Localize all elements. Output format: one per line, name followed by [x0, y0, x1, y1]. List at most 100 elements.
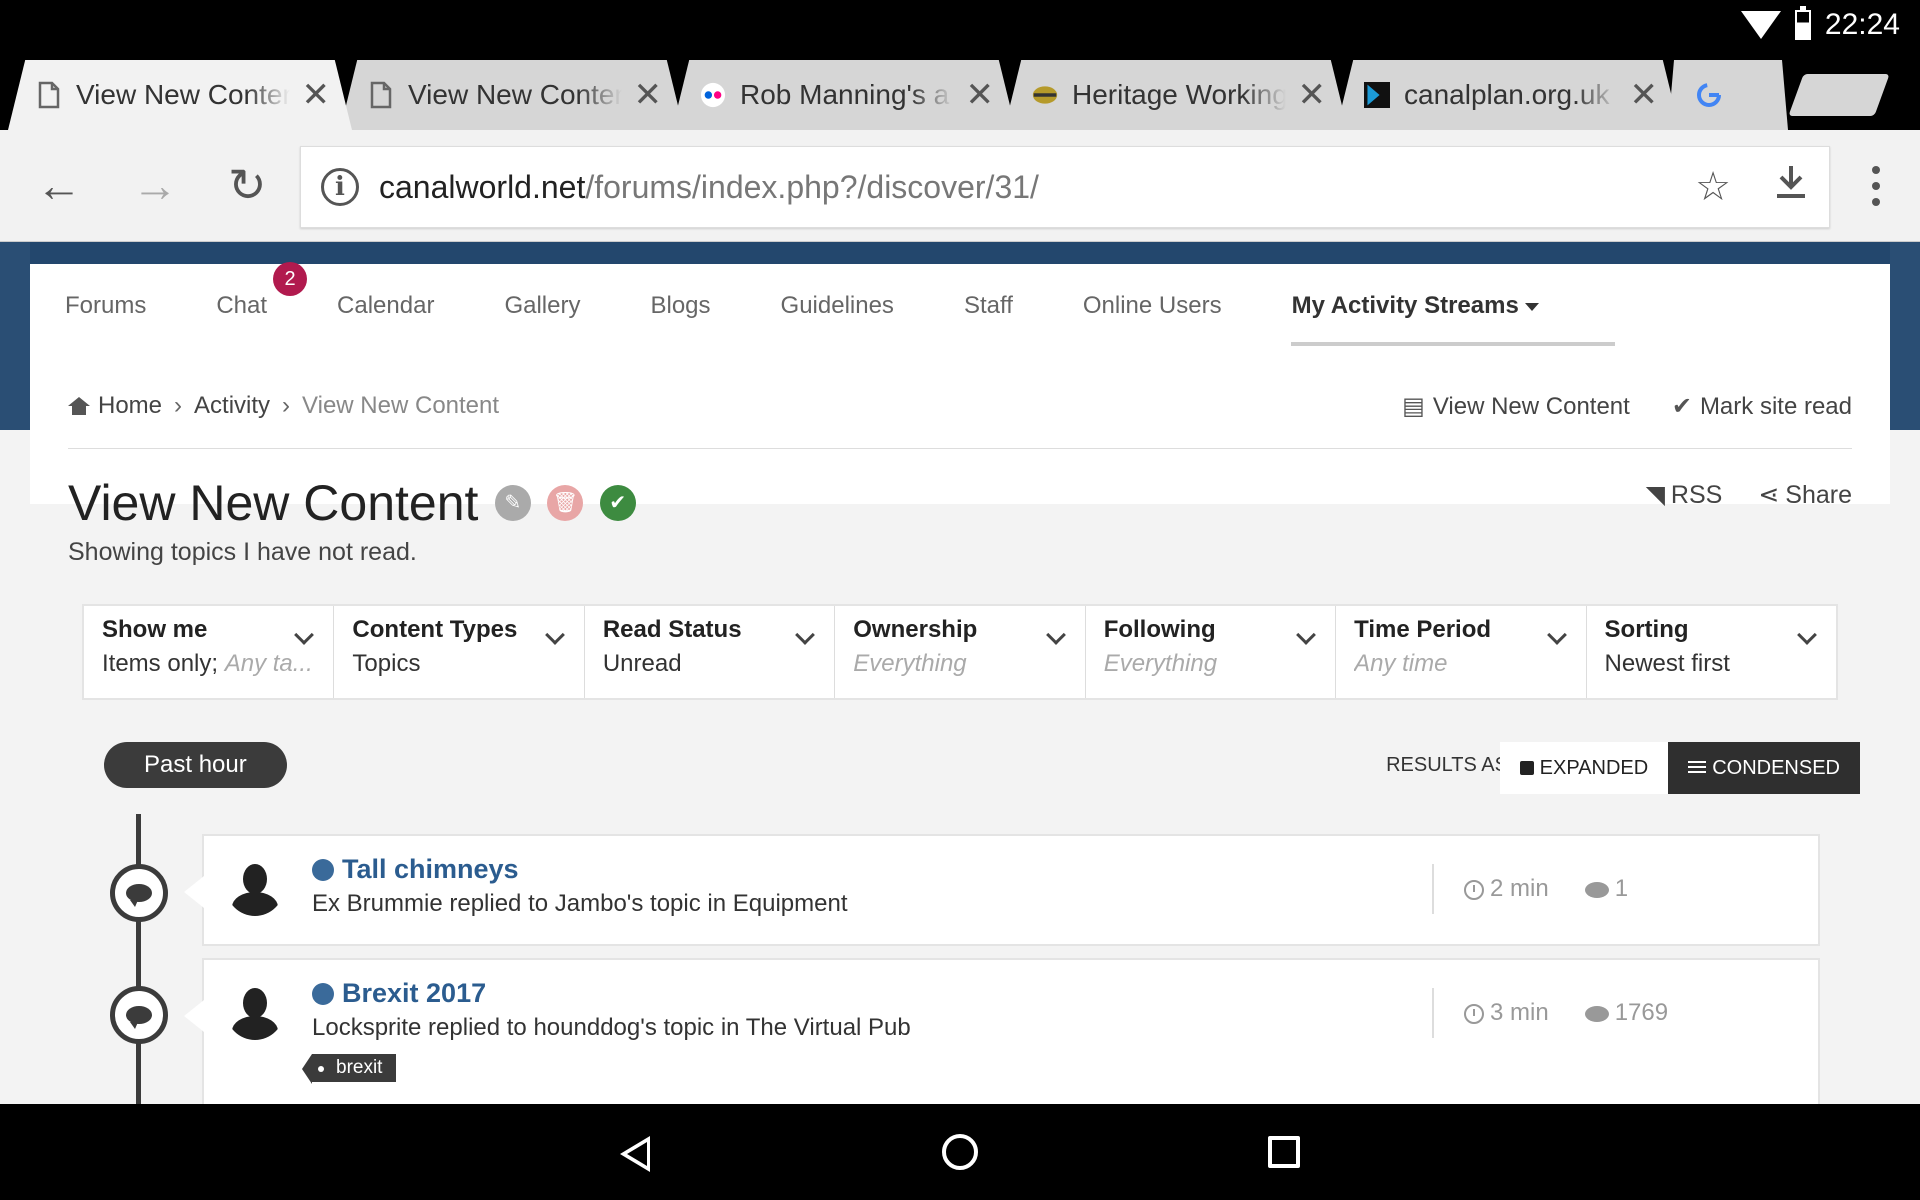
- heritage-icon: [1032, 81, 1058, 109]
- nav-item-gallery[interactable]: Gallery: [504, 292, 580, 320]
- breadcrumb-activity[interactable]: Activity: [194, 392, 270, 420]
- reply-count-text: 1769: [1614, 999, 1669, 1026]
- info-icon[interactable]: i: [321, 168, 359, 206]
- time-ago-text: 3 min: [1490, 999, 1549, 1026]
- filter-show-me[interactable]: Show me Items only; Any ta...: [84, 606, 335, 698]
- timeline-comment-icon: [110, 864, 168, 922]
- more-menu-icon[interactable]: [1872, 166, 1880, 214]
- home-circle-icon[interactable]: [942, 1134, 978, 1170]
- topic-meta: 2 min 1: [1432, 864, 1628, 914]
- topic-title[interactable]: Tall chimneys: [312, 854, 519, 885]
- reload-icon[interactable]: ↻: [228, 160, 267, 210]
- clock: 22:24: [1824, 8, 1900, 41]
- new-tab-button[interactable]: [1788, 74, 1890, 116]
- tab-1[interactable]: View New Content ✕: [340, 60, 684, 130]
- web-page: Forums Chat 2 Calendar Gallery Blogs Guid…: [0, 242, 1920, 1104]
- close-icon[interactable]: ✕: [634, 75, 663, 115]
- comment-icon: [1584, 881, 1609, 898]
- breadcrumb: Home › Activity › View New Content: [68, 392, 499, 420]
- main-nav: Forums Chat 2 Calendar Gallery Blogs Guid…: [30, 262, 1890, 348]
- url-text[interactable]: canalworld.net/forums/index.php?/discove…: [379, 169, 1673, 206]
- nav-item-calendar[interactable]: Calendar: [337, 292, 434, 320]
- rss-link[interactable]: ◥ RSS: [1646, 480, 1723, 510]
- breadcrumb-home[interactable]: Home: [98, 392, 162, 420]
- filter-value: Any time: [1354, 650, 1448, 677]
- tab-title: Heritage Working: [1072, 79, 1286, 110]
- topic-meta: 3 min 1769: [1432, 988, 1668, 1038]
- filter-label: Content Types: [352, 616, 518, 643]
- reply-count: 1: [1584, 875, 1628, 903]
- expanded-label: EXPANDED: [1539, 757, 1649, 779]
- tab-5[interactable]: [1668, 60, 1788, 130]
- page-header: View New Content ✎ 🗑 ✔ Showing topics I …: [68, 474, 636, 567]
- nav-item-my-activity-streams[interactable]: My Activity Streams: [1292, 292, 1539, 320]
- clock-icon: [1464, 1003, 1484, 1024]
- reply-count: 1769: [1584, 999, 1669, 1027]
- tag-badge[interactable]: brexit: [301, 1054, 397, 1084]
- tab-0[interactable]: View New Content ✕: [8, 60, 352, 130]
- filter-time-period[interactable]: Time Period Any time: [1336, 606, 1587, 698]
- share-link[interactable]: ⋖ Share: [1758, 480, 1852, 510]
- timeline-line: [136, 814, 141, 1104]
- filter-label: Time Period: [1354, 616, 1492, 643]
- condensed-button[interactable]: CONDENSED: [1668, 742, 1860, 794]
- avatar[interactable]: [226, 982, 284, 1040]
- tab-2[interactable]: Rob Manning's a ✕: [672, 60, 1016, 130]
- delete-icon[interactable]: 🗑: [547, 485, 584, 521]
- nav-item-forums[interactable]: Forums: [65, 292, 146, 320]
- filter-ownership[interactable]: Ownership Everything: [835, 606, 1086, 698]
- filter-label: Show me: [102, 616, 208, 643]
- back-triangle-icon[interactable]: [620, 1136, 650, 1172]
- nav-item-guidelines[interactable]: Guidelines: [781, 292, 894, 320]
- avatar[interactable]: [226, 858, 284, 916]
- expanded-button[interactable]: EXPANDED: [1499, 742, 1669, 794]
- url-path: /forums/index.php?/discover/31/: [585, 168, 1039, 205]
- list-item[interactable]: Brexit 2017 Locksprite replied to houndd…: [184, 958, 1820, 1104]
- page-icon: [36, 81, 62, 109]
- check-icon: ✔: [1671, 393, 1692, 420]
- recents-square-icon[interactable]: [1268, 1136, 1300, 1168]
- filter-value-muted: Any ta...: [224, 650, 313, 677]
- filter-sorting[interactable]: Sorting Newest first: [1587, 606, 1836, 698]
- close-icon[interactable]: ✕: [1630, 75, 1659, 115]
- nav-item-blogs[interactable]: Blogs: [650, 292, 710, 320]
- address-bar[interactable]: i canalworld.net/forums/index.php?/disco…: [300, 146, 1830, 228]
- chevron-right-icon: ›: [282, 392, 291, 419]
- nav-item-online-users[interactable]: Online Users: [1083, 292, 1222, 320]
- filter-following[interactable]: Following Everything: [1086, 606, 1337, 698]
- filter-read-status[interactable]: Read Status Unread: [585, 606, 836, 698]
- google-icon: [1696, 81, 1722, 109]
- chevron-right-icon: ›: [174, 392, 183, 419]
- filter-value: Items only; Any ta...: [102, 650, 315, 678]
- close-icon[interactable]: ✕: [966, 75, 995, 115]
- active-nav-underline: [1291, 342, 1615, 346]
- filter-value: Everything: [1103, 650, 1218, 677]
- url-host: canalworld.net: [379, 168, 586, 205]
- view-new-content-label: View New Content: [1432, 393, 1630, 420]
- view-new-content-link[interactable]: ▤ View New Content: [1402, 392, 1630, 421]
- mark-site-read-link[interactable]: ✔ Mark site read: [1672, 392, 1852, 421]
- forward-arrow-icon[interactable]: →: [132, 160, 178, 210]
- nav-item-label: My Activity Streams: [1291, 292, 1519, 319]
- tab-3[interactable]: Heritage Working ✕: [1004, 60, 1348, 130]
- close-icon[interactable]: ✕: [1298, 75, 1327, 115]
- download-icon[interactable]: [1775, 164, 1807, 210]
- edit-icon[interactable]: ✎: [494, 485, 531, 521]
- check-circle-icon[interactable]: ✔: [599, 485, 636, 521]
- filter-content-types[interactable]: Content Types Topics: [334, 606, 585, 698]
- star-icon[interactable]: ☆: [1695, 164, 1731, 210]
- view-mode-toggle: EXPANDED CONDENSED: [1499, 742, 1860, 794]
- list-item[interactable]: Tall chimneys Ex Brummie replied to Jamb…: [184, 834, 1820, 946]
- close-icon[interactable]: ✕: [302, 75, 331, 115]
- topic-title[interactable]: Brexit 2017: [312, 978, 486, 1009]
- nav-item-staff[interactable]: Staff: [964, 292, 1013, 320]
- nav-item-chat[interactable]: Chat 2: [216, 262, 308, 320]
- tab-4[interactable]: canalplan.org.uk ✕: [1336, 60, 1680, 130]
- condensed-label: CONDENSED: [1712, 757, 1840, 779]
- back-arrow-icon[interactable]: ←: [36, 160, 82, 210]
- time-ago-text: 2 min: [1490, 875, 1549, 902]
- filter-label: Following: [1103, 616, 1216, 643]
- stream-header: Past hour RESULTS AS EXPANDED CONDENSED: [104, 742, 1860, 794]
- share-label: Share: [1785, 481, 1852, 509]
- divider: [68, 448, 1852, 449]
